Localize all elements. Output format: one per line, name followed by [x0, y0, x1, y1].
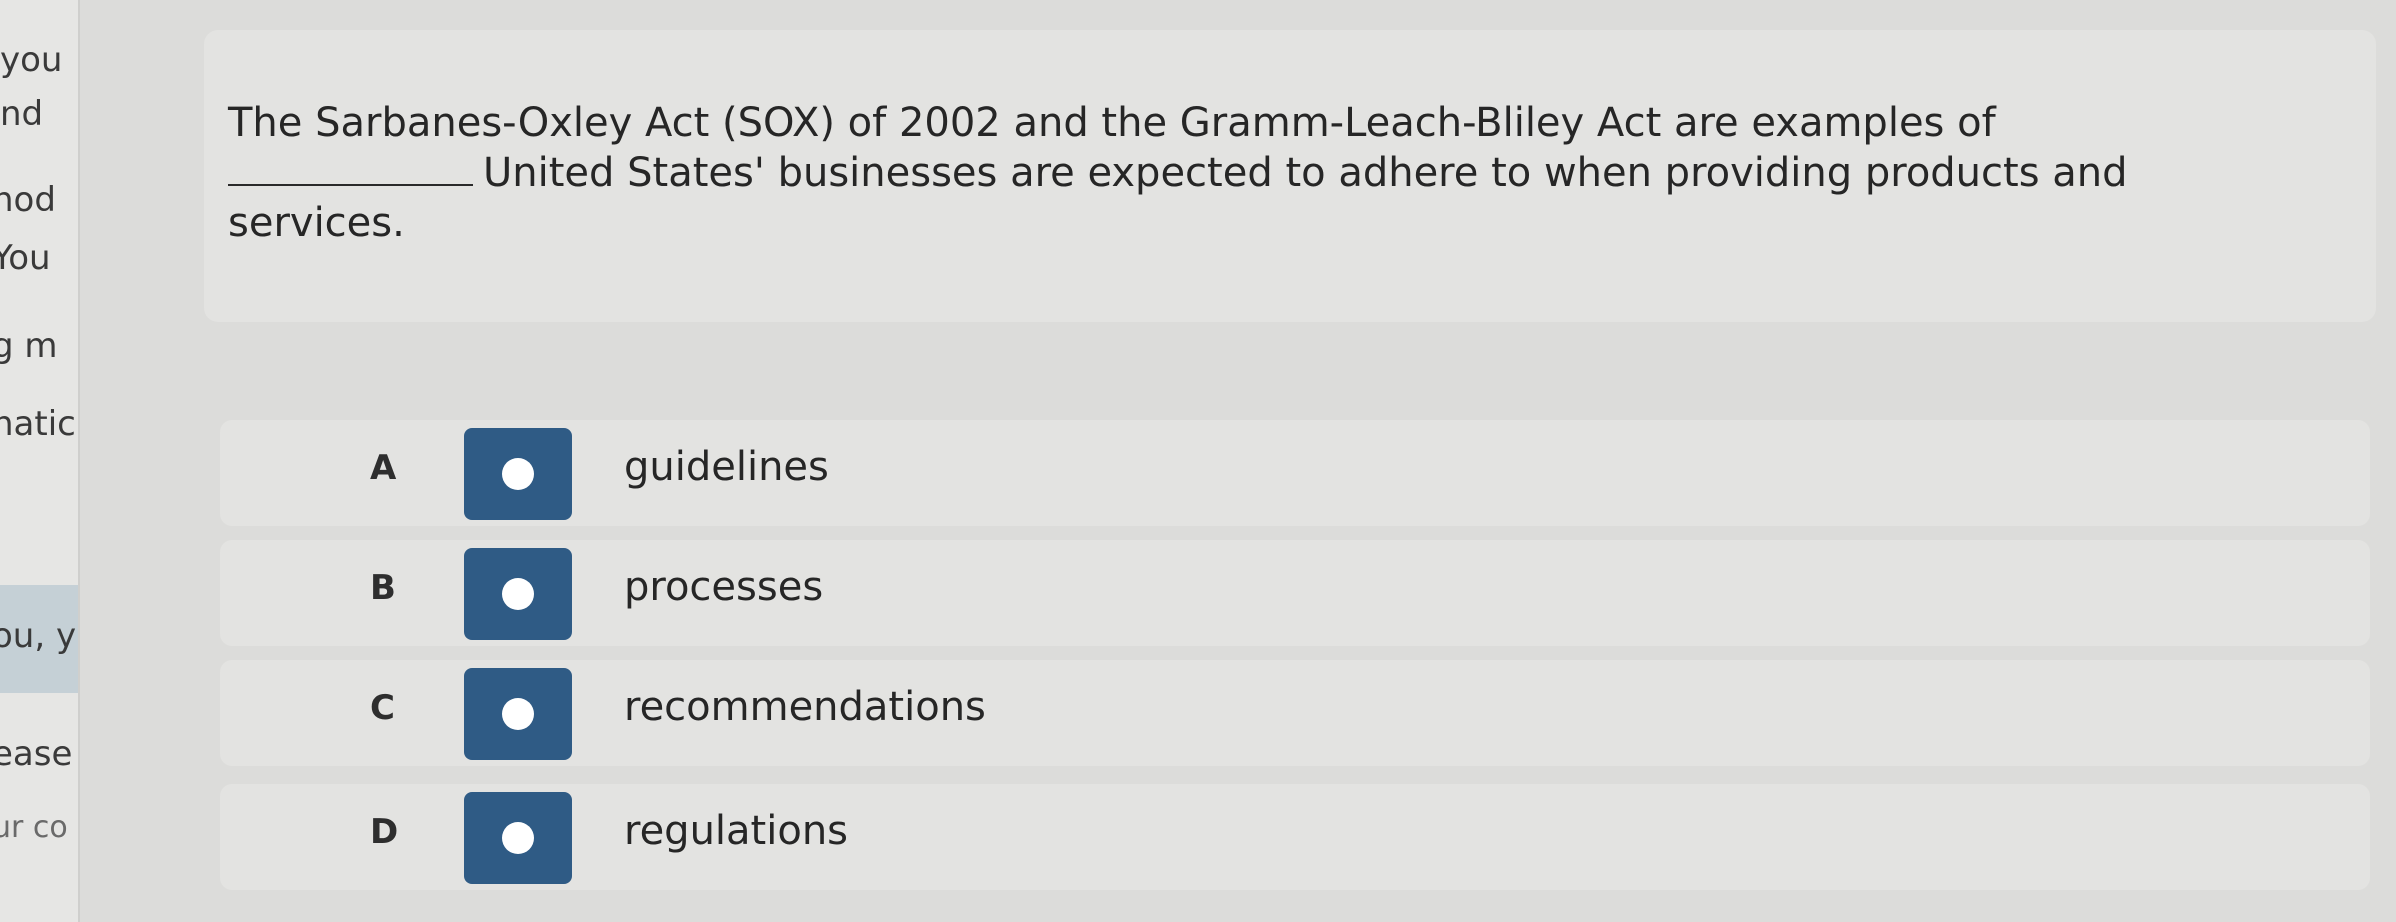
- answer-option-a[interactable]: A guidelines: [220, 420, 2370, 526]
- option-letter: D: [370, 812, 399, 852]
- sidebar-fragment: natic: [0, 404, 76, 444]
- sidebar-fragment: you: [0, 40, 63, 80]
- radio-button[interactable]: [464, 792, 572, 884]
- answer-option-c[interactable]: C recommendations: [220, 660, 2370, 766]
- sidebar-fragment: g m: [0, 326, 58, 366]
- question-part1: The Sarbanes-Oxley Act (SOX) of 2002 and…: [228, 100, 1996, 146]
- question-text: The Sarbanes-Oxley Act (SOX) of 2002 and…: [228, 98, 2308, 248]
- answer-option-b[interactable]: B processes: [220, 540, 2370, 646]
- sidebar-fragment: ease: [0, 734, 73, 774]
- question-part2: United States' businesses are expected t…: [228, 150, 2128, 246]
- main-content: The Sarbanes-Oxley Act (SOX) of 2002 and…: [80, 0, 2396, 922]
- radio-dot-icon: [502, 822, 534, 854]
- option-label: recommendations: [624, 684, 986, 730]
- answer-blank: [228, 150, 473, 186]
- answer-option-d[interactable]: D regulations: [220, 784, 2370, 890]
- left-panel-clipped: you nd nod You g m natic ou, y ease ur c…: [0, 0, 80, 922]
- option-letter: C: [370, 688, 395, 728]
- sidebar-fragment: nd: [0, 94, 44, 134]
- sidebar-fragment: ou, y: [0, 616, 77, 656]
- option-letter: A: [370, 448, 397, 488]
- option-letter: B: [370, 568, 396, 608]
- radio-dot-icon: [502, 458, 534, 490]
- option-label: regulations: [624, 808, 849, 854]
- option-label: processes: [624, 564, 824, 610]
- radio-button[interactable]: [464, 668, 572, 760]
- sidebar-fragment: nod: [0, 180, 56, 220]
- radio-dot-icon: [502, 578, 534, 610]
- radio-button[interactable]: [464, 548, 572, 640]
- radio-button[interactable]: [464, 428, 572, 520]
- sidebar-fragment: You: [0, 238, 51, 278]
- sidebar-fragment: ur co: [0, 810, 68, 845]
- radio-dot-icon: [502, 698, 534, 730]
- option-label: guidelines: [624, 444, 829, 490]
